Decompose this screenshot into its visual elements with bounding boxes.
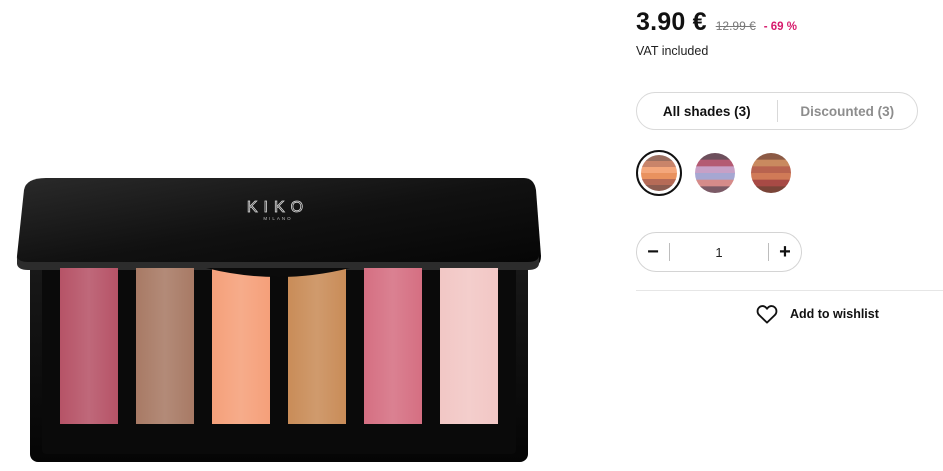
- tab-all-shades[interactable]: All shades (3): [637, 104, 777, 119]
- swatch-stripe: [641, 161, 677, 168]
- swatch-stripe: [751, 166, 791, 174]
- add-to-wishlist-button[interactable]: Add to wishlist: [756, 304, 879, 324]
- shade-swatches: [636, 150, 794, 196]
- pan-sheen: [364, 268, 422, 424]
- swatch-stripe: [695, 166, 735, 174]
- swatch-stripe: [695, 159, 735, 167]
- increase-button[interactable]: +: [769, 233, 801, 271]
- swatch-stripe: [641, 185, 677, 191]
- swatch-stripe: [641, 167, 677, 174]
- old-price: 12.99 €: [715, 19, 756, 33]
- swatch-stripe: [695, 153, 735, 161]
- swatch-stripe: [751, 153, 791, 161]
- divider-line: [636, 290, 943, 291]
- shade-swatch-3[interactable]: [748, 150, 794, 196]
- current-price: 3.90 €: [636, 8, 707, 36]
- pan-sheen: [440, 268, 498, 424]
- swatch-stripe: [641, 179, 677, 186]
- shade-filter-tabs: All shades (3) Discounted (3): [636, 92, 918, 130]
- pan-sheen: [60, 268, 118, 424]
- product-image: KIKO MILANO: [16, 176, 541, 464]
- swatch-stripe: [641, 155, 677, 162]
- swatch-stripe: [695, 186, 735, 193]
- swatch-stripe: [695, 179, 735, 187]
- quantity-value[interactable]: 1: [670, 245, 768, 260]
- swatch-stripe: [751, 186, 791, 193]
- shade-swatch-1[interactable]: [636, 150, 682, 196]
- quantity-stepper: − 1 +: [636, 232, 802, 272]
- decrease-button[interactable]: −: [637, 233, 669, 271]
- pan-sheen: [136, 268, 194, 424]
- wishlist-label: Add to wishlist: [790, 307, 879, 321]
- pan-sheen: [288, 268, 346, 424]
- brand-logo: KIKO: [247, 199, 309, 216]
- shade-swatch-2[interactable]: [692, 150, 738, 196]
- swatch-stripe: [695, 173, 735, 181]
- product-page: KIKO MILANO 3.90 € 12.99 € - 69 % VAT in…: [0, 0, 943, 471]
- vat-note: VAT included: [636, 44, 709, 58]
- heart-icon: [756, 305, 778, 324]
- price-row: 3.90 € 12.99 € - 69 %: [636, 8, 797, 37]
- discount-badge: - 69 %: [763, 21, 798, 33]
- brand-sub: MILANO: [263, 216, 292, 221]
- swatch-stripe: [641, 173, 677, 180]
- tab-discounted[interactable]: Discounted (3): [778, 104, 918, 119]
- swatch-stripe: [751, 173, 791, 181]
- pan-sheen: [212, 268, 270, 424]
- swatch-stripe: [751, 159, 791, 167]
- swatch-stripe: [751, 179, 791, 187]
